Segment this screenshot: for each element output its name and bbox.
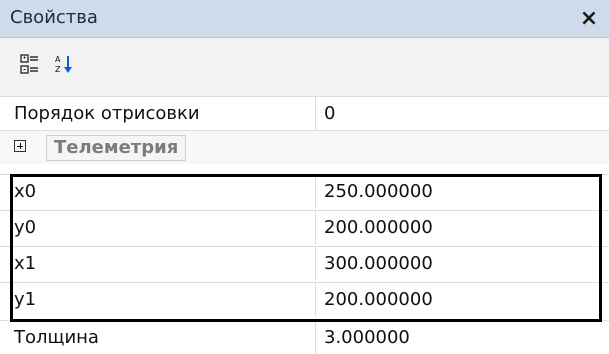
property-row-y1[interactable]: y1 200.000000	[0, 282, 609, 316]
property-name: Толщина	[14, 327, 99, 348]
alphabetical-sort-icon: A Z	[53, 53, 75, 75]
property-row-y0[interactable]: y0 200.000000	[0, 210, 609, 244]
column-divider	[315, 321, 316, 354]
close-icon: ×	[579, 5, 599, 31]
properties-window: Свойства × A Z Порядок отрисовки 0 Телем…	[0, 0, 609, 354]
property-value[interactable]: 0	[324, 102, 335, 126]
properties-toolbar: A Z	[0, 38, 609, 96]
property-value[interactable]: 200.000000	[324, 216, 433, 240]
categorized-view-button[interactable]	[16, 50, 44, 78]
category-row-telemetry[interactable]: Телеметрия	[0, 130, 609, 164]
close-button[interactable]: ×	[577, 4, 601, 32]
expand-plus-icon[interactable]	[14, 140, 26, 152]
property-name: y0	[14, 217, 37, 238]
property-value[interactable]: 300.000000	[324, 252, 433, 276]
column-divider	[315, 97, 316, 130]
column-divider	[315, 247, 316, 280]
property-value[interactable]: 200.000000	[324, 288, 433, 312]
property-name: x0	[14, 181, 37, 202]
property-name: x1	[14, 253, 37, 274]
property-name: y1	[14, 289, 37, 310]
categorized-view-icon	[19, 53, 41, 75]
property-value[interactable]: 3.000000	[324, 326, 410, 350]
property-value[interactable]: 250.000000	[324, 180, 433, 204]
property-grid: Порядок отрисовки 0 Телеметрия x0 250.00…	[0, 96, 609, 354]
alphabetical-sort-button[interactable]: A Z	[50, 50, 78, 78]
property-row-x1[interactable]: x1 300.000000	[0, 246, 609, 280]
title-bar: Свойства ×	[0, 0, 609, 38]
property-name: Порядок отрисовки	[14, 103, 200, 124]
property-row-draw-order[interactable]: Порядок отрисовки 0	[0, 96, 609, 130]
property-row-x0[interactable]: x0 250.000000	[0, 174, 609, 208]
column-divider	[315, 175, 316, 208]
category-label[interactable]: Телеметрия	[46, 135, 187, 161]
svg-text:A: A	[55, 55, 61, 64]
property-row-thickness[interactable]: Толщина 3.000000	[0, 320, 609, 354]
svg-text:Z: Z	[55, 65, 61, 74]
window-title: Свойства	[10, 7, 98, 28]
column-divider	[315, 211, 316, 244]
column-divider	[315, 283, 316, 316]
